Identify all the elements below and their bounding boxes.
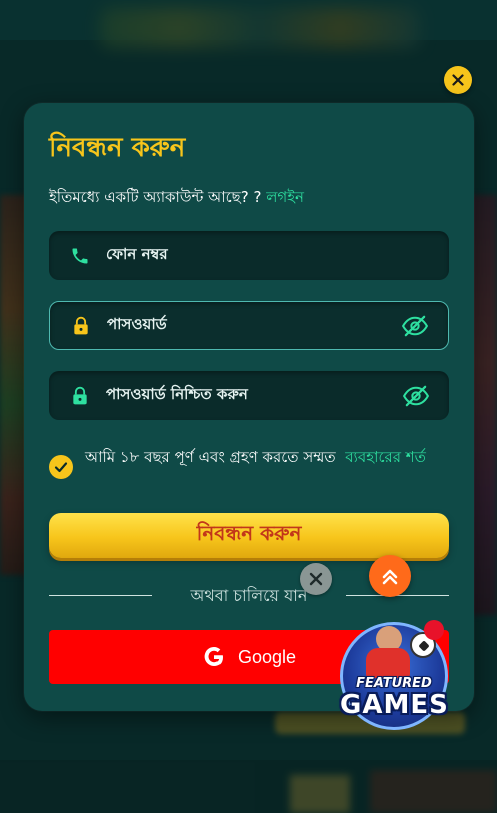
google-label: Google <box>237 646 297 667</box>
close-icon <box>309 572 323 586</box>
eye-off-icon[interactable] <box>401 384 431 408</box>
phone-field[interactable]: ফোন নম্বর <box>49 231 449 280</box>
have-account-text: ইতিমধ্যে একটি অ্যাকাউন্ট আছে? ? <box>49 188 262 206</box>
games-label: GAMES <box>340 690 449 720</box>
notification-dot <box>424 620 444 640</box>
lock-icon <box>70 315 92 337</box>
featured-games-widget[interactable]: FEATURED GAMES <box>336 620 451 732</box>
modal-close-button[interactable] <box>444 66 472 94</box>
password-field[interactable]: পাসওয়ার্ড <box>49 301 449 350</box>
login-link[interactable]: লগইন <box>266 188 304 206</box>
register-button[interactable]: নিবন্ধন করুন <box>49 513 449 558</box>
double-chevron-up-icon <box>382 569 398 585</box>
scroll-to-top-button[interactable] <box>369 555 411 597</box>
password-placeholder: পাসওয়ার্ড <box>107 315 167 333</box>
close-icon <box>452 74 464 86</box>
google-icon <box>204 647 223 666</box>
agree-checkbox[interactable] <box>49 455 73 479</box>
player-illustration <box>366 648 410 678</box>
have-account-row: ইতিমধ্যে একটি অ্যাকাউন্ট আছে? ? লগইন <box>49 186 304 211</box>
confirm-password-field[interactable]: পাসওয়ার্ড নিশ্চিত করুন <box>49 371 449 420</box>
agree-text: আমি ১৮ বছর পূর্ণ এবং গ্রহণ করতে সম্মত <box>85 448 336 466</box>
modal-title: নিবন্ধন করুন <box>49 133 186 163</box>
agree-text-block: আমি ১৮ বছর পূর্ণ এবং গ্রহণ করতে সম্মত ব্… <box>85 448 426 467</box>
phone-icon <box>69 245 91 267</box>
featured-label: FEATURED <box>356 676 432 691</box>
terms-link[interactable]: ব্যবহারের শর্ত <box>345 448 426 466</box>
eye-off-icon[interactable] <box>400 314 430 338</box>
promo-close-button[interactable] <box>300 563 332 595</box>
terms-agreement: আমি ১৮ বছর পূর্ণ এবং গ্রহণ করতে সম্মত ব্… <box>49 448 449 479</box>
confirm-password-placeholder: পাসওয়ার্ড নিশ্চিত করুন <box>106 385 248 403</box>
check-icon <box>54 462 68 473</box>
phone-placeholder: ফোন নম্বর <box>106 245 168 263</box>
lock-icon <box>69 385 91 407</box>
